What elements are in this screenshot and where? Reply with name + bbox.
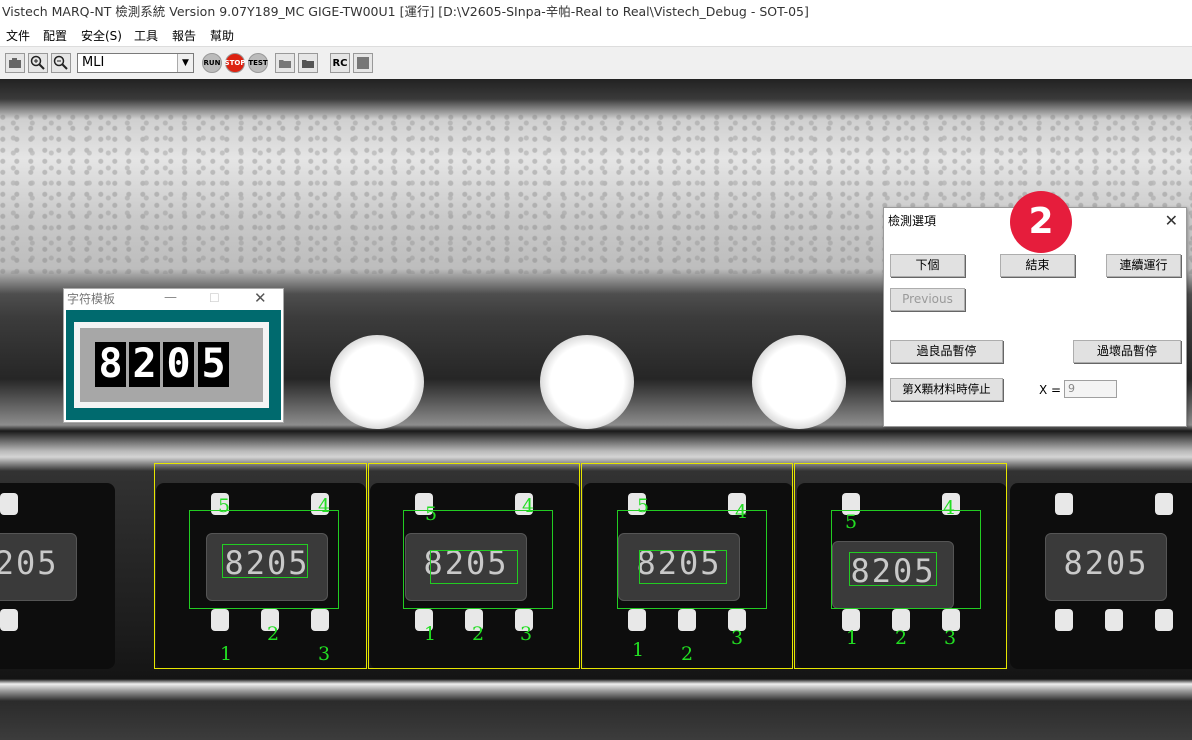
- chip-marking: 8205: [0, 544, 59, 582]
- menu-help[interactable]: 幫助: [210, 27, 234, 44]
- open-folder-icon[interactable]: [275, 53, 295, 73]
- pin-label: 4: [522, 495, 535, 517]
- menu-file[interactable]: 文件: [6, 27, 30, 44]
- menu-config[interactable]: 配置: [43, 27, 67, 44]
- chip: 8205: [1010, 483, 1192, 669]
- menu-bar: 文件 配置 安全(S) 工具 報告 幫助: [0, 24, 1192, 46]
- stop-at-nth-button[interactable]: 第X顆材料時停止: [890, 378, 1003, 401]
- pin-label: 1: [846, 627, 859, 649]
- pin-label: 5: [425, 503, 438, 525]
- save-folder-icon[interactable]: [298, 53, 318, 73]
- stop-label: STOP: [224, 59, 246, 67]
- zoom-in-icon[interactable]: [28, 53, 48, 73]
- pin-label: 1: [220, 643, 233, 665]
- x-count-field[interactable]: 9: [1064, 380, 1117, 398]
- template-window[interactable]: 字符模板 — ☐ ✕ 8 2 0 5: [63, 288, 284, 423]
- next-button[interactable]: 下個: [890, 254, 965, 277]
- template-char: 2: [129, 342, 160, 387]
- chip: 8205: [0, 483, 115, 669]
- close-icon[interactable]: ✕: [254, 289, 267, 307]
- pin-label: 2: [267, 623, 280, 645]
- end-button[interactable]: 結束: [1000, 254, 1075, 277]
- pin-label: 3: [318, 643, 331, 665]
- x-label: X =: [1039, 383, 1062, 397]
- close-icon[interactable]: ✕: [1165, 211, 1178, 230]
- grey-square-icon[interactable]: [353, 53, 373, 73]
- template-char: 0: [163, 342, 194, 387]
- chip-marking: 8205: [1063, 544, 1149, 582]
- template-char: 8: [95, 342, 126, 387]
- chevron-down-icon[interactable]: ▼: [177, 54, 193, 72]
- pin-label: 3: [731, 627, 744, 649]
- minimize-icon[interactable]: —: [164, 290, 177, 305]
- camera-icon[interactable]: [5, 53, 25, 73]
- window-title: Vistech MARQ-NT 檢測系統 Version 9.07Y189_MC…: [0, 0, 1192, 24]
- pin-label: 5: [218, 495, 231, 517]
- continuous-run-button[interactable]: 連續運行: [1106, 254, 1181, 277]
- run-label: RUN: [203, 59, 221, 67]
- stop-button[interactable]: STOP: [225, 53, 245, 73]
- test-label: TEST: [248, 59, 268, 67]
- toolbar: MLI ▼ RUN STOP TEST RC: [0, 46, 1192, 80]
- pin-label: 5: [845, 511, 858, 533]
- maximize-icon[interactable]: ☐: [209, 291, 220, 305]
- bad-pause-button[interactable]: 過壞品暫停: [1073, 340, 1181, 363]
- run-button[interactable]: RUN: [202, 53, 222, 73]
- pin-label: 4: [943, 497, 956, 519]
- pin-label: 2: [472, 623, 485, 645]
- mode-value: MLI: [82, 55, 105, 70]
- template-char: 5: [198, 342, 229, 387]
- ocr-roi: [430, 550, 518, 584]
- pin-label: 2: [895, 627, 908, 649]
- menu-tools[interactable]: 工具: [134, 27, 158, 44]
- test-button[interactable]: TEST: [248, 53, 268, 73]
- sprocket-hole: [540, 335, 634, 429]
- pin-label: 1: [424, 623, 437, 645]
- zoom-out-icon[interactable]: [51, 53, 71, 73]
- pin-label: 4: [318, 495, 331, 517]
- pin-label: 2: [681, 643, 694, 665]
- ocr-roi: [849, 552, 937, 586]
- rc-label: RC: [332, 57, 348, 69]
- pin-label: 4: [735, 501, 748, 523]
- good-pause-button[interactable]: 過良品暫停: [890, 340, 1003, 363]
- menu-security[interactable]: 安全(S): [81, 27, 122, 44]
- sprocket-hole: [330, 335, 424, 429]
- menu-report[interactable]: 報告: [172, 27, 196, 44]
- template-frame: 8 2 0 5: [66, 310, 281, 420]
- ocr-roi: [639, 550, 727, 584]
- mode-select[interactable]: MLI ▼: [77, 53, 194, 73]
- pin-label: 3: [520, 623, 533, 645]
- pin-label: 3: [944, 627, 957, 649]
- sprocket-hole: [752, 335, 846, 429]
- ocr-roi: [222, 544, 308, 578]
- pin-label: 1: [632, 639, 645, 661]
- pin-label: 5: [637, 495, 650, 517]
- previous-button[interactable]: Previous: [890, 288, 965, 311]
- rc-button[interactable]: RC: [330, 53, 350, 73]
- step-badge: 2: [1010, 191, 1072, 253]
